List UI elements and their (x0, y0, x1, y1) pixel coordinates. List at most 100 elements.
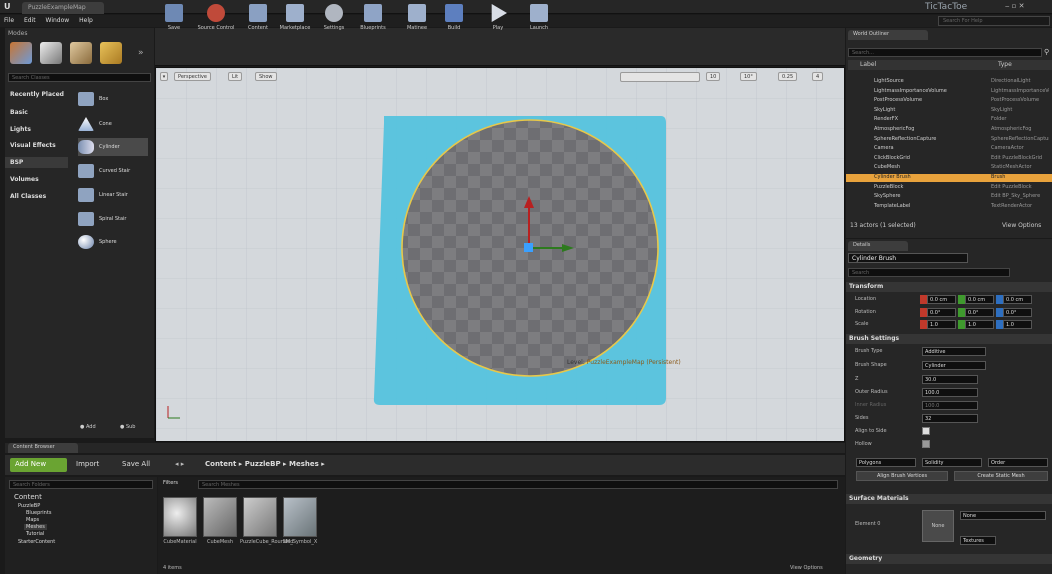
loc-field-0[interactable]: 0.0 cm (927, 295, 956, 304)
brush-settings-section[interactable]: Brush Settings (846, 334, 1052, 344)
outliner-row[interactable]: AtmosphericFog AtmosphericFog (846, 126, 1052, 134)
outliner-row[interactable]: RenderFX Folder (846, 116, 1052, 124)
material-thumbnail[interactable]: None (922, 510, 954, 542)
outer-radius-field[interactable]: 100.0 (922, 388, 978, 397)
z-field[interactable]: 30.0 (922, 375, 978, 384)
place-item-cone[interactable]: Cone (78, 115, 148, 133)
import-button[interactable]: Import (76, 460, 99, 468)
grid-snap-value[interactable]: 10 (706, 72, 721, 81)
place-item-linear-stair[interactable]: Linear Stair (78, 186, 148, 204)
matinee-button[interactable]: Matinee (400, 2, 434, 36)
menu-file[interactable]: File (4, 17, 14, 24)
outliner-row[interactable]: PostProcessVolume PostProcessVolume (846, 97, 1052, 105)
save-all-button[interactable]: Save All (122, 460, 150, 468)
paint-mode-icon[interactable] (40, 42, 62, 64)
scl-field-0[interactable]: 1.0 (927, 320, 956, 329)
outliner-row[interactable]: CubeMesh StaticMeshActor (846, 164, 1052, 172)
brush-shape-select[interactable]: Cylinder (922, 361, 986, 370)
content-browser-tab[interactable]: Content Browser (8, 443, 78, 453)
add-new-button[interactable]: Add New (10, 458, 67, 472)
polygons-select[interactable]: Polygons (856, 458, 916, 467)
tree-startercontent[interactable]: StarterContent (18, 539, 55, 545)
history-back-icon[interactable]: ◂ ▸ (175, 460, 184, 468)
create-static-mesh-button[interactable]: Create Static Mesh (954, 471, 1048, 481)
rot-field-2[interactable]: 0.0° (1003, 308, 1032, 317)
outliner-row[interactable]: SkyLight SkyLight (846, 107, 1052, 115)
outliner-row[interactable]: SphereReflectionCapture SphereReflectionC… (846, 136, 1052, 144)
chevron-right-icon[interactable]: » (138, 48, 144, 58)
content-view-options[interactable]: View Options (790, 565, 823, 571)
filters-button[interactable]: Filters (163, 480, 178, 486)
search-assets-input[interactable]: Search Meshes (198, 480, 838, 489)
material-select[interactable]: None (960, 511, 1046, 520)
surface-materials-section[interactable]: Surface Materials (846, 494, 1052, 504)
details-search-input[interactable]: Search (848, 268, 1010, 277)
outliner-row[interactable]: TemplateLabel TextRenderActor (846, 203, 1052, 211)
asset-cubemesh[interactable] (203, 497, 237, 537)
tree-maps[interactable]: Maps (26, 517, 39, 523)
tree-tutorial[interactable]: Tutorial (26, 531, 44, 537)
actor-name-field[interactable]: Cylinder Brush (848, 253, 968, 263)
menu-help[interactable]: Help (79, 17, 93, 24)
outliner-row[interactable]: SkySphere Edit BP_Sky_Sphere (846, 193, 1052, 201)
rot-field-0[interactable]: 0.0° (927, 308, 956, 317)
lit-button[interactable]: Lit (228, 72, 243, 81)
place-item-sphere[interactable]: Sphere (78, 233, 148, 251)
tree-puzzlebp[interactable]: PuzzleBP (18, 503, 40, 509)
show-button[interactable]: Show (255, 72, 277, 81)
level-tab[interactable]: PuzzleExampleMap (22, 2, 104, 14)
launch-button[interactable]: Launch (525, 2, 553, 36)
scl-field-2[interactable]: 1.0 (1003, 320, 1032, 329)
search-help-input[interactable]: Search For Help (938, 16, 1050, 26)
category-all-classes[interactable]: All Classes (10, 193, 46, 200)
brush-type-select[interactable]: Additive (922, 347, 986, 356)
search-folders-input[interactable]: Search Folders (9, 480, 153, 489)
category-volumes[interactable]: Volumes (10, 176, 39, 183)
place-item-spiral-stair[interactable]: Spiral Stair (78, 210, 148, 228)
transform-section[interactable]: Transform (846, 282, 1052, 292)
place-item-box[interactable]: Box (78, 90, 148, 108)
align-to-side-checkbox[interactable] (922, 427, 930, 435)
outliner-search-input[interactable]: Search... (848, 48, 1042, 57)
category-basic[interactable]: Basic (10, 109, 28, 116)
hollow-checkbox[interactable] (922, 440, 930, 448)
tree-content[interactable]: Content (14, 493, 42, 501)
category-lights[interactable]: Lights (10, 126, 31, 133)
place-item-cylinder[interactable]: Cylinder (78, 138, 148, 156)
tree-blueprints[interactable]: Blueprints (26, 510, 51, 516)
scl-field-1[interactable]: 1.0 (965, 320, 994, 329)
play-button[interactable]: Play (484, 2, 512, 36)
world-outliner-tab[interactable]: World Outliner (848, 30, 928, 40)
order-select[interactable]: Order (988, 458, 1048, 467)
loc-field-2[interactable]: 0.0 cm (1003, 295, 1032, 304)
place-item-curved-stair[interactable]: Curved Stair (78, 162, 148, 180)
loc-field-1[interactable]: 0.0 cm (965, 295, 994, 304)
solidity-select[interactable]: Solidity (922, 458, 982, 467)
geometry-section[interactable]: Geometry (846, 554, 1052, 564)
outliner-row[interactable]: Camera CameraActor (846, 145, 1052, 153)
scale-label[interactable]: Scale (855, 321, 868, 327)
sides-field[interactable]: 32 (922, 414, 978, 423)
content-button[interactable]: Content (244, 2, 272, 36)
details-tab[interactable]: Details (848, 241, 908, 251)
perspective-button[interactable]: Perspective (174, 72, 211, 81)
menu-edit[interactable]: Edit (24, 17, 36, 24)
rotation-snap-value[interactable]: 10° (740, 72, 757, 81)
source-control-button[interactable]: Source Control (197, 2, 235, 36)
asset-puzzlecube[interactable] (243, 497, 277, 537)
category-visual-effects[interactable]: Visual Effects (10, 142, 56, 149)
outliner-row[interactable]: LightSource DirectionalLight (846, 78, 1052, 86)
outliner-row[interactable]: PuzzleBlock Edit PuzzleBlock (846, 184, 1052, 192)
camera-speed-value[interactable]: 4 (812, 72, 824, 81)
col-label[interactable]: Label (860, 61, 876, 68)
asset-sm-symbol-x[interactable] (283, 497, 317, 537)
gizmo-center[interactable] (524, 243, 533, 252)
search-classes-input[interactable]: Search Classes (8, 73, 151, 82)
outliner-row[interactable]: Cylinder Brush Brush (846, 174, 1052, 182)
build-button[interactable]: Build (440, 2, 468, 36)
textures-select[interactable]: Textures (960, 536, 996, 545)
brush-add-radio[interactable]: ● Add (80, 424, 96, 430)
save-button[interactable]: Save (160, 2, 188, 36)
viewport-options-button[interactable]: ▾ (160, 72, 168, 81)
landscape-mode-icon[interactable] (70, 42, 92, 64)
